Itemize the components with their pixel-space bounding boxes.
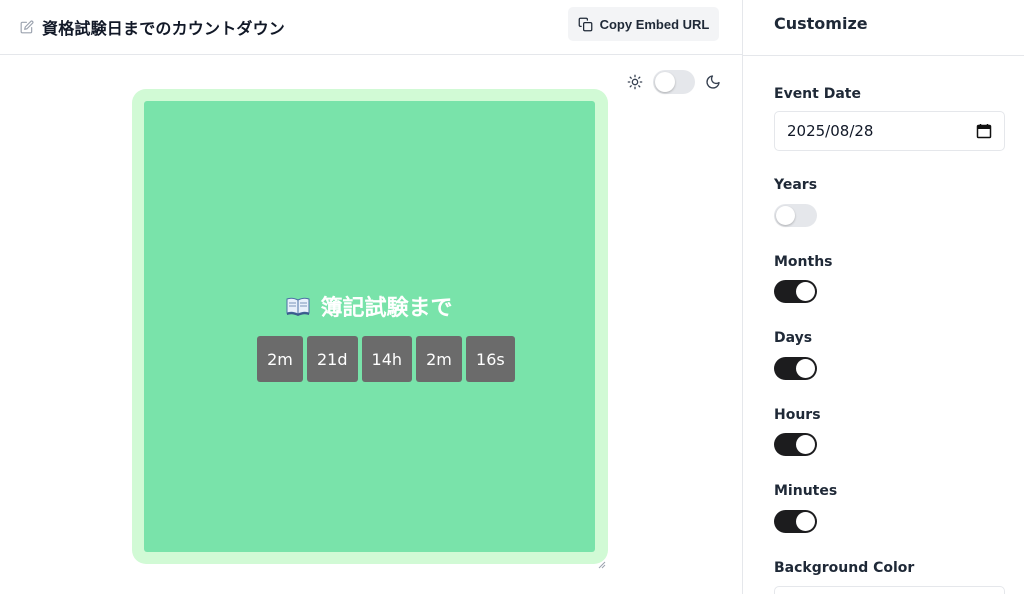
days-switch[interactable] — [774, 357, 817, 380]
countdown-days: 21d — [307, 336, 358, 382]
widget-preview-frame: 簿記試験まで 2m 21d 14h 2m 16s — [132, 89, 608, 569]
theme-toggle — [627, 70, 721, 94]
copy-icon — [578, 17, 593, 32]
months-switch[interactable] — [774, 280, 817, 303]
countdown-tiles: 2m 21d 14h 2m 16s — [257, 336, 515, 382]
minutes-switch-knob — [796, 512, 815, 531]
hours-switch-knob — [796, 435, 815, 454]
copy-embed-url-button[interactable]: Copy Embed URL — [568, 7, 719, 41]
countdown-seconds: 16s — [466, 336, 515, 382]
event-date-input[interactable]: 2025/08/28 — [774, 111, 1005, 151]
years-label: Years — [774, 177, 818, 193]
years-switch[interactable] — [774, 204, 817, 227]
days-label: Days — [774, 330, 813, 346]
countdown-hours: 14h — [361, 336, 413, 382]
hours-label: Hours — [774, 407, 821, 423]
header-bar: 資格試験日までのカウントダウン Copy Embed URL — [0, 0, 743, 55]
dark-mode-switch[interactable] — [653, 70, 695, 94]
copy-embed-url-label: Copy Embed URL — [599, 16, 710, 32]
minutes-switch[interactable] — [774, 510, 817, 533]
countdown-widget: 簿記試験まで 2m 21d 14h 2m 16s — [144, 101, 595, 552]
customize-panel: Customize Event Date 2025/08/28 Years Mo… — [743, 0, 1024, 594]
minutes-label: Minutes — [774, 483, 838, 499]
event-date-label: Event Date — [774, 86, 861, 102]
event-date-value: 2025/08/28 — [787, 122, 874, 140]
months-switch-knob — [796, 282, 815, 301]
months-label: Months — [774, 254, 833, 270]
years-switch-knob — [776, 206, 795, 225]
days-switch-knob — [796, 359, 815, 378]
resize-handle-icon[interactable] — [598, 554, 606, 569]
dark-mode-switch-knob — [655, 72, 675, 92]
customize-divider — [743, 55, 1024, 56]
event-title-text: 簿記試験まで — [320, 296, 453, 321]
edit-icon[interactable] — [20, 20, 34, 34]
background-color-input[interactable] — [774, 586, 1005, 594]
page-title[interactable]: 資格試験日までのカウントダウン — [42, 15, 285, 39]
open-book-icon — [286, 296, 310, 316]
countdown-minutes: 2m — [416, 336, 463, 382]
event-title: 簿記試験まで — [144, 290, 595, 322]
countdown-months: 2m — [257, 336, 303, 382]
moon-icon — [705, 74, 721, 90]
hours-switch[interactable] — [774, 433, 817, 456]
background-color-label: Background Color — [774, 560, 915, 576]
customize-title: Customize — [774, 14, 868, 33]
calendar-icon[interactable] — [976, 123, 992, 139]
sun-icon — [627, 74, 643, 90]
